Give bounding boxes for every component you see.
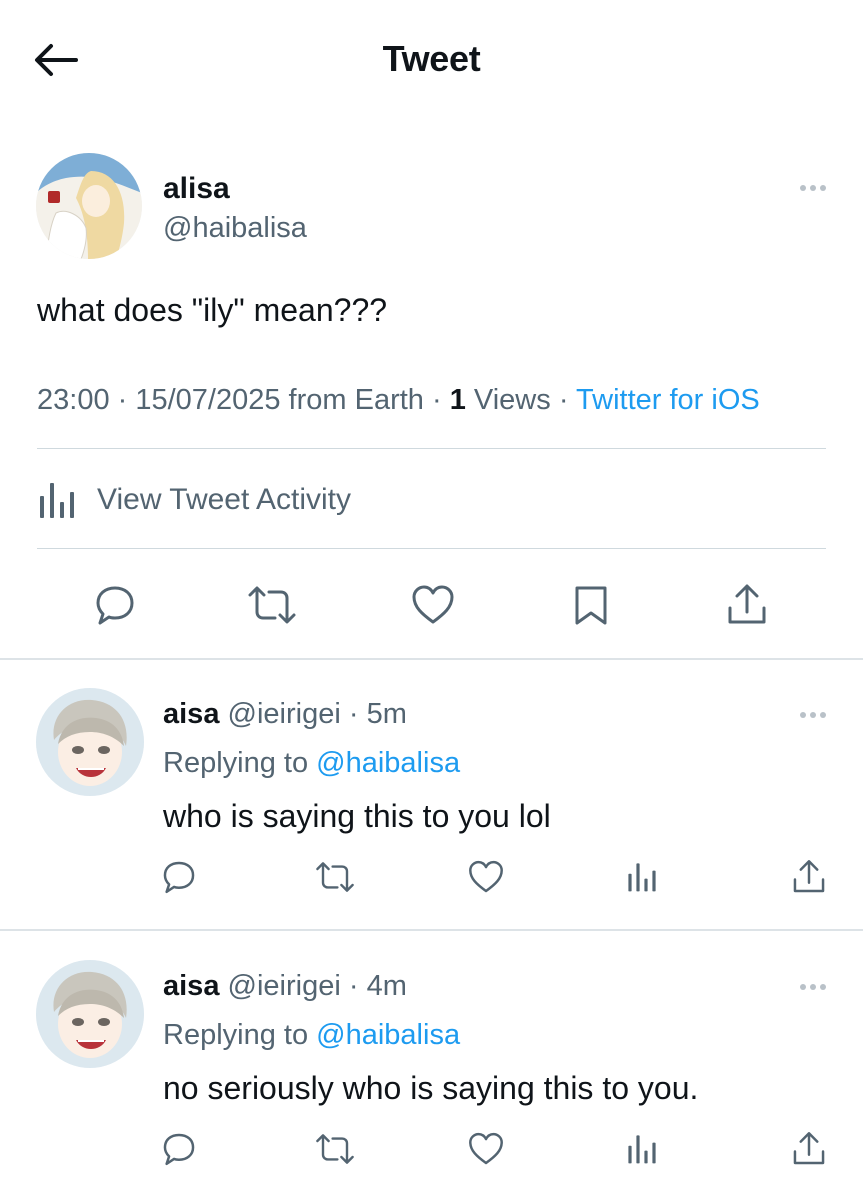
heart-icon bbox=[469, 860, 503, 893]
tweet-time: 23:00 bbox=[37, 384, 110, 416]
like-button[interactable] bbox=[464, 1127, 508, 1171]
reply-time: 4m bbox=[366, 970, 407, 1002]
reply-tweet[interactable]: aisa @ieirigei · 5m Replying to @haibali… bbox=[0, 660, 863, 930]
more-options-button[interactable] bbox=[793, 975, 833, 999]
share-icon bbox=[793, 860, 825, 893]
divider bbox=[37, 548, 826, 549]
tweet-source-link[interactable]: Twitter for iOS bbox=[576, 384, 760, 416]
divider bbox=[0, 929, 863, 931]
replying-to: Replying to @haibalisa bbox=[163, 747, 460, 780]
more-options-button[interactable] bbox=[793, 176, 833, 200]
reply-action-bar bbox=[0, 855, 863, 899]
replying-to-label: Replying to bbox=[163, 1019, 309, 1051]
like-button[interactable] bbox=[464, 855, 508, 899]
page-title: Tweet bbox=[382, 38, 481, 79]
retweet-icon bbox=[316, 862, 354, 892]
views-count: 1 bbox=[449, 384, 466, 416]
tweet-text: what does "ily" mean??? bbox=[37, 292, 388, 328]
reply-author-handle[interactable]: @ieirigei bbox=[228, 698, 341, 730]
reply-time: 5m bbox=[366, 698, 407, 730]
share-button[interactable] bbox=[787, 1127, 831, 1171]
reply-icon bbox=[163, 1133, 195, 1166]
retweet-button[interactable] bbox=[313, 1127, 357, 1171]
views-button[interactable] bbox=[620, 855, 664, 899]
reply-tweet[interactable]: aisa @ieirigei · 4m Replying to @haibali… bbox=[0, 932, 863, 1200]
view-tweet-activity-label: View Tweet Activity bbox=[97, 483, 352, 516]
replying-to-label: Replying to bbox=[163, 747, 309, 779]
views-label: Views bbox=[473, 384, 551, 416]
reply-header: aisa @ieirigei · 4m bbox=[163, 970, 407, 1002]
reply-text: no seriously who is saying this to you. bbox=[163, 1070, 699, 1106]
more-options-button[interactable] bbox=[793, 703, 833, 727]
reply-icon bbox=[163, 861, 195, 894]
views-button[interactable] bbox=[620, 1127, 664, 1171]
retweet-button[interactable] bbox=[313, 855, 357, 899]
reply-avatar[interactable] bbox=[36, 960, 144, 1068]
more-dots-icon bbox=[800, 185, 806, 191]
author-name[interactable]: alisa bbox=[163, 172, 230, 206]
retweet-button[interactable] bbox=[247, 580, 297, 630]
more-dots-icon bbox=[800, 712, 806, 718]
reply-avatar[interactable] bbox=[36, 688, 144, 796]
bookmark-button[interactable] bbox=[566, 580, 616, 630]
reply-header: aisa @ieirigei · 5m bbox=[163, 698, 407, 730]
reply-button[interactable] bbox=[157, 1127, 201, 1171]
share-button[interactable] bbox=[722, 580, 772, 630]
bookmark-icon bbox=[575, 586, 607, 625]
retweet-icon bbox=[316, 1134, 354, 1164]
replying-to-mention[interactable]: @haibalisa bbox=[316, 747, 460, 779]
more-dots-icon bbox=[800, 984, 806, 990]
replying-to: Replying to @haibalisa bbox=[163, 1019, 460, 1052]
reply-button[interactable] bbox=[157, 855, 201, 899]
share-icon bbox=[793, 1132, 825, 1165]
reply-icon bbox=[96, 586, 134, 625]
heart-icon bbox=[469, 1132, 503, 1165]
author-handle[interactable]: @haibalisa bbox=[163, 212, 307, 245]
reply-author-name[interactable]: aisa bbox=[163, 698, 219, 730]
analytics-icon bbox=[40, 483, 74, 518]
reply-author-name[interactable]: aisa bbox=[163, 970, 219, 1002]
tweet-date: 15/07/2025 from Earth bbox=[135, 384, 424, 416]
tweet-meta: 23:00 · 15/07/2025 from Earth · 1 Views … bbox=[37, 384, 760, 416]
tweet-action-bar bbox=[0, 580, 863, 630]
retweet-icon bbox=[248, 586, 296, 624]
top-nav-bar: Tweet bbox=[0, 0, 863, 120]
like-button[interactable] bbox=[408, 580, 458, 630]
reply-action-bar bbox=[0, 1127, 863, 1171]
replying-to-mention[interactable]: @haibalisa bbox=[316, 1019, 460, 1051]
view-tweet-activity-button[interactable]: View Tweet Activity bbox=[37, 478, 351, 522]
analytics-icon bbox=[628, 1135, 656, 1164]
share-icon bbox=[728, 584, 766, 624]
share-button[interactable] bbox=[787, 855, 831, 899]
divider bbox=[37, 448, 826, 449]
reply-button[interactable] bbox=[90, 580, 140, 630]
analytics-icon bbox=[628, 863, 656, 892]
reply-author-handle[interactable]: @ieirigei bbox=[228, 970, 341, 1002]
heart-icon bbox=[412, 585, 454, 624]
author-avatar[interactable] bbox=[36, 153, 142, 259]
reply-text: who is saying this to you lol bbox=[163, 798, 551, 834]
